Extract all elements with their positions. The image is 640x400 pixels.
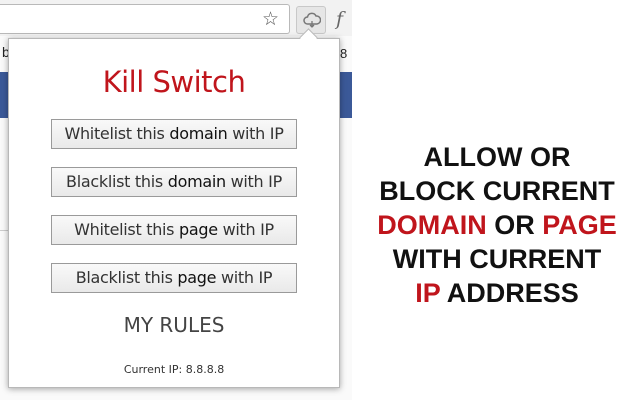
button-label-pre: Blacklist this: [75, 268, 178, 287]
button-label-post: with IP: [227, 124, 284, 143]
button-label-post: with IP: [216, 268, 273, 287]
address-bar[interactable]: [0, 4, 290, 34]
current-ip-label: Current IP: 8.8.8.8: [123, 363, 225, 376]
button-label-post: with IP: [217, 220, 275, 239]
star-icon[interactable]: ☆: [262, 8, 279, 30]
button-label-bold: page: [179, 220, 218, 239]
button-label-bold: page: [177, 268, 217, 287]
kill-switch-popup: Kill Switch Whitelist this domain with I…: [8, 38, 340, 388]
page-text-fragment: 8: [340, 46, 348, 61]
button-label-pre: Blacklist this: [66, 172, 168, 191]
button-label-pre: Whitelist this: [64, 124, 170, 143]
tagline-line: IP ADDRESS: [354, 276, 640, 310]
tagline-text: ADDRESS: [440, 278, 579, 308]
tagline-highlight: PAGE: [542, 210, 617, 240]
button-label-post: with IP: [225, 172, 283, 191]
tagline-line: DOMAIN OR PAGE: [354, 208, 640, 242]
blacklist-page-button[interactable]: Blacklist this page with IP: [51, 263, 297, 293]
my-rules-link[interactable]: MY RULES: [9, 313, 339, 337]
popup-title: Kill Switch: [102, 65, 246, 99]
divider: [0, 230, 8, 231]
tagline-highlight: DOMAIN: [377, 210, 487, 240]
button-label-pre: Whitelist this: [74, 220, 180, 239]
button-label-bold: domain: [167, 172, 226, 191]
blacklist-domain-button[interactable]: Blacklist this domain with IP: [51, 167, 297, 197]
whitelist-domain-button[interactable]: Whitelist this domain with IP: [51, 119, 297, 149]
f-fragment: f: [336, 8, 344, 30]
tagline-line: BLOCK CURRENT: [379, 176, 615, 206]
tagline-line: ALLOW OR: [423, 142, 571, 172]
whitelist-page-button[interactable]: Whitelist this page with IP: [51, 215, 297, 245]
button-label-bold: domain: [169, 124, 228, 143]
tagline-text: OR: [486, 210, 543, 240]
kill-switch-extension-button[interactable]: [296, 6, 326, 34]
tagline-highlight: IP: [415, 278, 441, 308]
tagline-line: WITH CURRENT: [392, 244, 602, 274]
promo-tagline: ALLOW OR BLOCK CURRENT DOMAIN OR PAGE WI…: [354, 140, 640, 310]
cloud-icon: [303, 12, 321, 28]
